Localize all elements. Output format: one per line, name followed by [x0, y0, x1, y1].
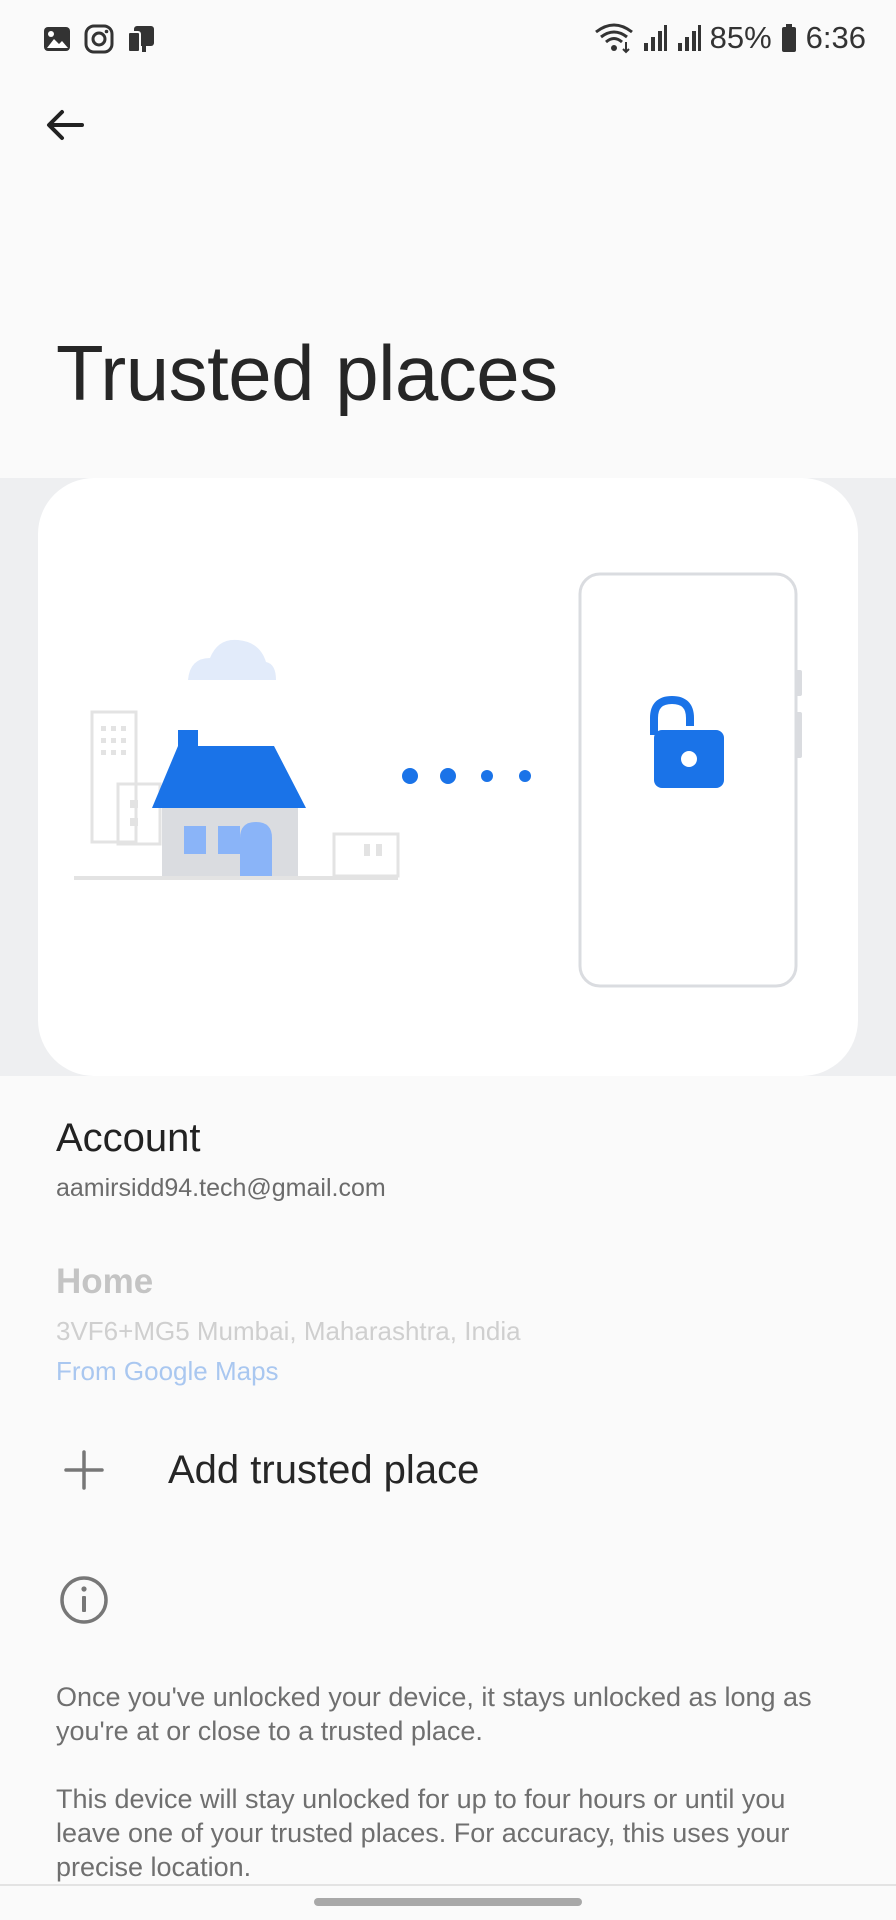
status-bar: 85% 6:36 — [0, 0, 896, 80]
gallery-icon — [44, 27, 70, 51]
battery-percent: 85% — [709, 20, 772, 55]
add-trusted-place-label: Add trusted place — [168, 1447, 480, 1492]
instagram-icon — [84, 24, 114, 54]
signal-icon — [677, 25, 701, 51]
place-source: From Google Maps — [56, 1356, 279, 1386]
building-shape — [90, 710, 138, 844]
arrow-back-icon — [47, 110, 84, 140]
clock: 6:36 — [805, 20, 866, 55]
divider — [0, 1884, 896, 1886]
place-name: Home — [56, 1262, 154, 1301]
add-trusted-place-button[interactable]: Add trusted place — [56, 1440, 856, 1500]
devices-icon — [127, 26, 154, 53]
back-button[interactable] — [40, 100, 90, 150]
cloud-shape — [188, 639, 276, 680]
account-label: Account — [56, 1116, 201, 1160]
account-email: aamirsidd94.tech@gmail.com — [56, 1174, 386, 1202]
plus-icon — [64, 1450, 104, 1490]
page-title: Trusted places — [56, 329, 558, 417]
place-address: 3VF6+MG5 Mumbai, Maharashtra, India — [56, 1316, 521, 1346]
info-paragraph-2: This device will stay unlocked for up to… — [56, 1784, 790, 1882]
hero-illustration — [38, 478, 858, 1076]
wifi-icon — [594, 23, 633, 54]
info-icon — [60, 1576, 108, 1624]
battery-icon — [781, 24, 796, 52]
info-paragraph-1: Once you've unlocked your device, it sta… — [56, 1682, 812, 1746]
signal-icon — [643, 25, 667, 51]
gesture-handle[interactable] — [314, 1898, 582, 1906]
